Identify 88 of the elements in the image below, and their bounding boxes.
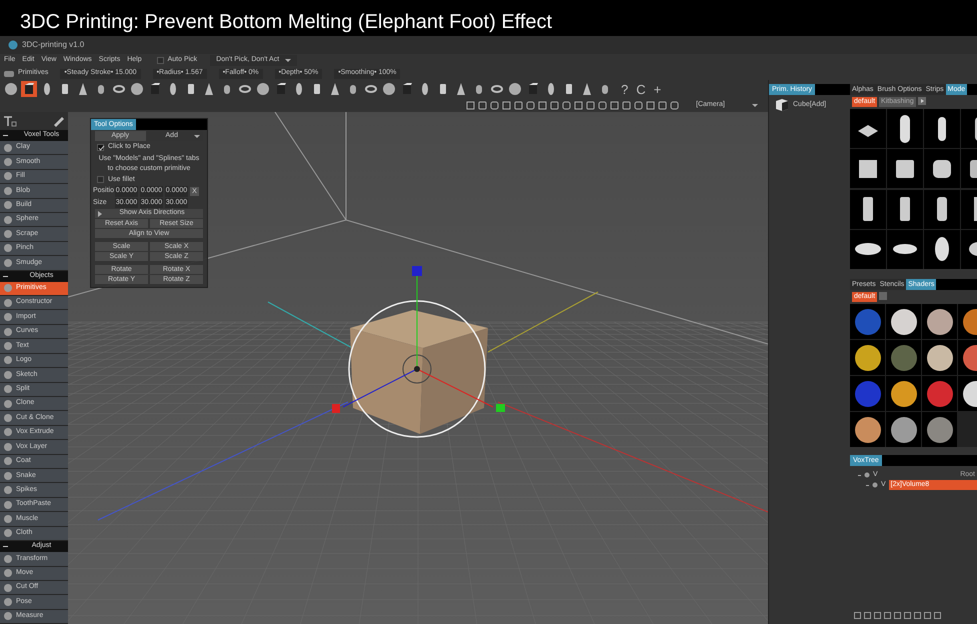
shape-icon [364, 82, 378, 96]
shape-icon [238, 82, 252, 96]
model-thumbnail[interactable] [887, 149, 923, 188]
model-thumbnail[interactable] [887, 109, 923, 148]
tool-icon [3, 142, 13, 153]
tool-icon [3, 582, 13, 593]
primitive-button[interactable] [255, 81, 271, 97]
tool-icon [3, 528, 13, 538]
model-thumbnail[interactable] [924, 190, 960, 228]
shape-icon [490, 82, 504, 96]
app-logo-icon [8, 40, 18, 50]
tool-icon [3, 611, 13, 622]
tool-icon [3, 554, 13, 564]
tool-icon [3, 171, 13, 182]
primitive-button[interactable] [3, 81, 19, 97]
brush-icon [4, 69, 14, 78]
primitive-button[interactable] [507, 81, 523, 97]
cube-icon [775, 98, 789, 112]
shape-icon [382, 82, 396, 96]
view-tool-button[interactable]: C [636, 82, 646, 96]
shape-icon [202, 82, 216, 96]
shape-icon [526, 82, 540, 96]
shape-icon [274, 82, 288, 96]
shape-icon [148, 82, 162, 96]
shape-icon [256, 82, 270, 96]
view-tool-button[interactable]: + [654, 82, 662, 96]
tool-icon [3, 427, 13, 438]
shape-icon [580, 82, 594, 96]
tool-icon [3, 398, 13, 409]
model-thumbnail[interactable] [850, 190, 886, 228]
tool-icon [3, 355, 13, 366]
tool-icon [3, 500, 13, 510]
tool-icon [3, 485, 13, 496]
tool-icon [3, 200, 13, 210]
tool-icon [3, 283, 13, 294]
model-thumbnail[interactable] [850, 109, 886, 148]
pencil-icon [53, 114, 65, 127]
model-thumbnail[interactable] [850, 230, 886, 269]
tool-icon [3, 442, 13, 452]
next-icon [918, 97, 926, 105]
shape-icon [130, 82, 144, 96]
tool-icon [3, 243, 13, 254]
video-title: 3DC Printing: Prevent Bottom Melting (Elephant Foot) Effect [20, 10, 552, 35]
shape-icon [454, 82, 468, 96]
primitive-button[interactable] [21, 81, 37, 97]
model-thumbnail[interactable] [924, 230, 960, 269]
tool-icon [3, 258, 13, 268]
text-tool-icon [3, 114, 17, 127]
tool-icon [3, 597, 13, 608]
app-title: 3DC-printing v1.0 [22, 39, 84, 51]
tool-icon [3, 312, 13, 322]
tool-icon [3, 568, 13, 578]
tool-icon [3, 298, 13, 308]
tool-icon [3, 214, 13, 225]
tool-icon [3, 370, 13, 380]
tool-icon [3, 456, 13, 466]
shape-icon [400, 82, 414, 96]
tool-icon [3, 326, 13, 337]
tab-strip [815, 84, 850, 95]
shape-icon [328, 82, 342, 96]
caret-icon [285, 59, 292, 62]
tool-icon [3, 229, 13, 240]
model-thumbnail[interactable] [924, 109, 960, 148]
shape-icon [76, 82, 90, 96]
tool-icon [3, 156, 13, 167]
tool-icon [3, 413, 13, 424]
tool-icon [3, 514, 13, 524]
model-thumbnail[interactable] [887, 230, 923, 269]
caret-icon [752, 104, 758, 106]
tool-icon [3, 186, 13, 196]
model-thumbnail[interactable] [887, 190, 923, 228]
shape-icon [22, 82, 36, 96]
tool-icon [3, 470, 13, 481]
checkbox[interactable] [156, 57, 164, 64]
view-tool-button[interactable]: ? [621, 82, 628, 96]
checkbox[interactable] [97, 144, 104, 151]
shape-icon [4, 82, 18, 96]
shape-icon [508, 82, 522, 96]
shape-icon [112, 82, 126, 96]
model-thumbnail[interactable] [850, 149, 886, 188]
options-icon [879, 292, 888, 300]
model-thumbnail[interactable] [924, 149, 960, 188]
primitive-button[interactable] [129, 81, 145, 97]
tool-icon [3, 340, 13, 351]
primitive-button[interactable] [381, 81, 397, 97]
caret-icon [194, 134, 200, 138]
checkbox[interactable] [97, 176, 104, 184]
tool-icon [3, 384, 13, 394]
